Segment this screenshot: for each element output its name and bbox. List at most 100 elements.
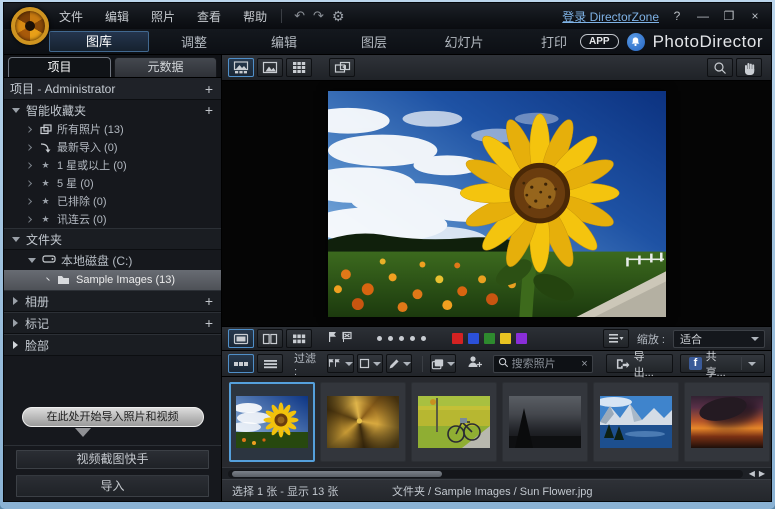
photo-viewer[interactable] (222, 81, 771, 327)
export-button[interactable]: 导出... (606, 354, 672, 373)
menu-file[interactable]: 文件 (59, 8, 83, 25)
tab-layers[interactable]: 图层 (329, 32, 419, 51)
expand-triangle-icon[interactable] (13, 341, 18, 349)
expand-triangle-icon[interactable] (25, 179, 32, 186)
sidebar-item-sample-images[interactable]: Sample Images (13) (4, 270, 221, 290)
undo-icon[interactable]: ↶ (294, 8, 305, 24)
search-input[interactable] (512, 358, 579, 370)
list-view-button[interactable] (257, 354, 283, 373)
single-photo-view-button[interactable] (228, 329, 254, 348)
color-label-red[interactable] (452, 333, 463, 344)
menu-help[interactable]: 帮助 (243, 8, 267, 25)
chevron-down-icon[interactable] (748, 362, 756, 366)
expand-triangle-icon[interactable] (25, 161, 32, 168)
thumbnail-view-button[interactable] (228, 354, 254, 373)
flag-filter-dropdown[interactable] (327, 354, 354, 373)
folders-section[interactable]: 文件夹 (4, 228, 221, 250)
thumbnail-golden-spiral[interactable] (320, 382, 406, 462)
zoom-tool-button[interactable] (707, 58, 733, 77)
thumbnail-sunflower[interactable] (229, 382, 315, 462)
color-label-yellow[interactable] (500, 333, 511, 344)
expand-triangle-icon[interactable] (43, 276, 50, 283)
zoom-level-dropdown[interactable]: 适合 (673, 330, 765, 348)
compare-view-button[interactable] (329, 58, 355, 77)
redo-icon[interactable]: ↷ (313, 8, 324, 24)
sidebar-item-cyberlink-cloud[interactable]: ★ 讯连云 (0) (4, 210, 221, 228)
thumbnail-sunset-storm[interactable] (684, 382, 770, 462)
view-options-menu-button[interactable] (603, 329, 629, 348)
app-badge[interactable]: APP (580, 34, 619, 49)
single-view-button[interactable] (257, 58, 283, 77)
add-face-tag-button[interactable] (467, 355, 483, 372)
rating-dot[interactable] (388, 336, 393, 341)
rating-dot[interactable] (377, 336, 382, 341)
multi-view-button[interactable] (286, 329, 312, 348)
thumbnail-bicycle-field[interactable] (411, 382, 497, 462)
stack-photos-dropdown[interactable] (430, 354, 456, 373)
expand-triangle-icon[interactable] (25, 197, 32, 204)
sign-in-link[interactable]: 登录 DirectorZone (562, 8, 659, 25)
video-snapshot-button[interactable]: 视频截图快手 (16, 450, 209, 469)
add-album-button[interactable]: + (205, 294, 213, 308)
expand-triangle-icon[interactable] (25, 125, 32, 132)
rating-filter-dropdown[interactable] (386, 354, 412, 373)
collapse-triangle-icon[interactable] (12, 237, 20, 242)
scroll-track[interactable] (228, 470, 743, 478)
main-photo-sunflower[interactable] (328, 91, 666, 317)
label-filter-dropdown[interactable] (357, 354, 383, 373)
thumbnail-mountain-lake[interactable] (593, 382, 679, 462)
maximize-icon[interactable]: ❐ (721, 9, 737, 23)
sidebar-item-latest-import[interactable]: 最新导入 (0) (4, 138, 221, 156)
expand-triangle-icon[interactable] (13, 319, 18, 327)
help-icon[interactable]: ? (669, 9, 685, 23)
tags-section[interactable]: 标记 + (4, 312, 221, 334)
hand-tool-button[interactable] (736, 58, 762, 77)
flag-reject-icon[interactable] (341, 331, 353, 346)
sidebar-item-5-star[interactable]: ★ 5 星 (0) (4, 174, 221, 192)
albums-section[interactable]: 相册 + (4, 290, 221, 312)
faces-section[interactable]: 脸部 (4, 334, 221, 356)
import-button[interactable]: 导入 (16, 475, 209, 497)
scroll-right-icon[interactable]: ▶ (759, 469, 765, 478)
collapse-triangle-icon[interactable] (12, 108, 20, 113)
tab-project[interactable]: 项目 (8, 57, 111, 77)
share-button[interactable]: f 共享... (680, 354, 765, 373)
tab-adjustment[interactable]: 调整 (149, 32, 239, 51)
add-tag-button[interactable]: + (205, 316, 213, 330)
color-label-purple[interactable] (516, 333, 527, 344)
thumbnail-dark-monument[interactable] (502, 382, 588, 462)
tab-slideshow[interactable]: 幻灯片 (419, 32, 509, 51)
minimize-icon[interactable]: — (695, 9, 711, 23)
color-label-green[interactable] (484, 333, 495, 344)
scroll-thumb[interactable] (232, 471, 442, 477)
expand-triangle-icon[interactable] (13, 297, 18, 305)
close-icon[interactable]: × (747, 9, 763, 23)
filmstrip-view-button[interactable] (228, 58, 254, 77)
sidebar-item-1-star-up[interactable]: ★ 1 星或以上 (0) (4, 156, 221, 174)
add-smart-collection-button[interactable]: + (205, 103, 213, 117)
import-callout-button[interactable]: 在此处开始导入照片和视频 (22, 407, 204, 427)
menu-edit[interactable]: 编辑 (105, 8, 129, 25)
gear-icon[interactable]: ⚙ (332, 8, 345, 25)
menu-view[interactable]: 查看 (197, 8, 221, 25)
tab-edit[interactable]: 编辑 (239, 32, 329, 51)
rating-dot[interactable] (410, 336, 415, 341)
expand-triangle-icon[interactable] (25, 215, 32, 222)
notification-bell-icon[interactable] (627, 33, 645, 51)
scroll-left-icon[interactable]: ◀ (749, 469, 755, 478)
flag-pick-icon[interactable] (327, 331, 338, 346)
color-label-blue[interactable] (468, 333, 479, 344)
rating-dot[interactable] (399, 336, 404, 341)
add-project-button[interactable]: + (205, 82, 213, 96)
sidebar-item-local-disk[interactable]: 本地磁盘 (C:) (4, 250, 221, 270)
sidebar-item-rejected[interactable]: ★ 已排除 (0) (4, 192, 221, 210)
expand-triangle-icon[interactable] (25, 143, 32, 150)
sidebar-item-all-photos[interactable]: 所有照片 (13) (4, 120, 221, 138)
clear-search-icon[interactable]: × (581, 358, 587, 370)
smart-collection-section[interactable]: 智能收藏夹 + (4, 100, 221, 120)
grid-view-button[interactable] (286, 58, 312, 77)
tab-library[interactable]: 图库 (49, 31, 149, 52)
two-up-view-button[interactable] (257, 329, 283, 348)
collapse-triangle-icon[interactable] (28, 258, 36, 263)
rating-dot[interactable] (421, 336, 426, 341)
